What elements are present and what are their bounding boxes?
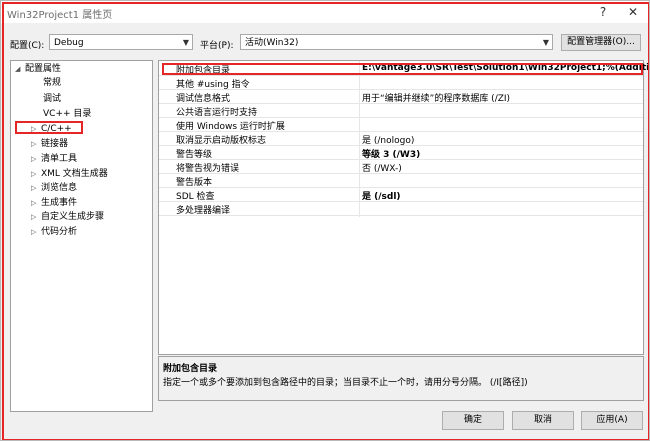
property-row[interactable]: 附加包含目录 E:\vantage3.0\SR\Test\Solution1\W…	[159, 62, 649, 76]
tree-item-build-events[interactable]: ▷ 生成事件	[31, 196, 77, 210]
property-row[interactable]: SDL 检查 是 (/sdl)	[159, 188, 643, 202]
property-row[interactable]: 其他 #using 指令	[159, 76, 643, 90]
configuration-row: 配置(C): Debug ▼ 平台(P): 活动(Win32) ▼ 配置管理器(…	[1, 34, 649, 54]
property-pages-window: Win32Project1 属性页 ? ✕ 配置(C): Debug ▼ 平台(…	[0, 0, 650, 441]
property-name: 调试信息格式	[176, 94, 231, 104]
expand-arrow-icon[interactable]: ▷	[31, 196, 41, 210]
title-bar: Win32Project1 属性页 ? ✕	[1, 1, 649, 23]
expand-arrow-icon[interactable]: ▷	[31, 225, 41, 239]
tree-item-manifest-tool[interactable]: ▷ 清单工具	[31, 152, 77, 166]
tree-item-xml-doc[interactable]: ▷ XML 文档生成器	[31, 167, 108, 181]
property-name: 使用 Windows 运行时扩展	[176, 122, 285, 132]
expand-arrow-icon[interactable]: ▷	[31, 122, 41, 136]
description-title: 附加包含目录	[163, 364, 218, 374]
property-value[interactable]: 否 (/WX-)	[362, 161, 402, 174]
tree-root[interactable]: ◢ 配置属性	[15, 62, 61, 76]
tree-item-code-analysis[interactable]: ▷ 代码分析	[31, 225, 77, 239]
property-grid: 附加包含目录 E:\vantage3.0\SR\Test\Solution1\W…	[158, 60, 649, 355]
property-name: SDL 检查	[176, 192, 215, 202]
description-text: 指定一个或多个要添加到包含路径中的目录；当目录不止一个时，请用分号分隔。 (/I…	[163, 378, 528, 388]
tree-item-label: XML 文档生成器	[41, 169, 108, 179]
cancel-button[interactable]: 取消	[512, 411, 574, 430]
tree-item-vc-directories[interactable]: VC++ 目录	[43, 107, 91, 121]
tree-item-label: 生成事件	[41, 198, 78, 208]
property-row[interactable]: 将警告视为错误 否 (/WX-)	[159, 160, 643, 174]
property-row[interactable]: 公共语言运行时支持	[159, 104, 643, 118]
help-button[interactable]: ?	[590, 3, 616, 21]
expand-arrow-icon[interactable]: ▷	[31, 137, 41, 151]
tree-root-label: 配置属性	[25, 64, 62, 74]
tree-item-general[interactable]: 常规	[43, 76, 61, 90]
tree-item-custom-build[interactable]: ▷ 自定义生成步骤	[31, 210, 104, 224]
tree-item-debugging[interactable]: 调试	[43, 92, 61, 106]
property-value[interactable]: E:\vantage3.0\SR\Test\Solution1\Win32Pro…	[362, 63, 649, 73]
property-row[interactable]: 使用 Windows 运行时扩展	[159, 118, 643, 132]
property-value[interactable]: 是 (/nologo)	[362, 133, 414, 146]
tree-item-linker[interactable]: ▷ 链接器	[31, 137, 68, 151]
expand-arrow-icon[interactable]: ▷	[31, 210, 41, 224]
expand-arrow-icon[interactable]: ▷	[31, 167, 41, 181]
config-select[interactable]: Debug ▼	[49, 34, 193, 50]
property-name: 附加包含目录	[176, 66, 231, 76]
tree-item-cpp[interactable]: ▷ C/C++	[31, 122, 72, 136]
config-value: Debug	[54, 38, 84, 48]
expand-arrow-icon[interactable]: ▷	[31, 181, 41, 195]
close-button[interactable]: ✕	[620, 3, 646, 21]
property-value[interactable]: 用于“编辑并继续”的程序数据库 (/ZI)	[362, 91, 510, 104]
window-title: Win32Project1 属性页	[7, 10, 113, 21]
expand-arrow-icon[interactable]: ▷	[31, 152, 41, 166]
tree-item-browse-info[interactable]: ▷ 浏览信息	[31, 181, 77, 195]
description-panel: 附加包含目录 指定一个或多个要添加到包含路径中的目录；当目录不止一个时，请用分号…	[158, 356, 644, 401]
tree-item-label: 链接器	[41, 139, 69, 149]
tree-item-label: C/C++	[41, 124, 72, 134]
property-row[interactable]: 调试信息格式 用于“编辑并继续”的程序数据库 (/ZI)	[159, 90, 643, 104]
property-name: 警告等级	[176, 150, 213, 160]
tree-item-label: 代码分析	[41, 227, 78, 237]
property-row[interactable]: 警告等级 等级 3 (/W3)	[159, 146, 643, 160]
property-value[interactable]: 等级 3 (/W3)	[362, 147, 420, 160]
property-name: 其他 #using 指令	[176, 80, 250, 90]
property-row[interactable]: 警告版本	[159, 174, 643, 188]
property-name: 多处理器编译	[176, 206, 231, 216]
config-label: 配置(C):	[10, 41, 45, 51]
property-tree: ◢ 配置属性 常规 调试 VC++ 目录 ▷ C/C++ ▷ 链接器 ▷ 清单工具 ▷ X…	[10, 60, 153, 412]
chevron-down-icon: ▼	[182, 38, 189, 47]
property-name: 公共语言运行时支持	[176, 108, 258, 118]
platform-select[interactable]: 活动(Win32) ▼	[240, 34, 553, 50]
tree-item-label: 浏览信息	[41, 183, 78, 193]
ok-button[interactable]: 确定	[442, 411, 504, 430]
apply-button[interactable]: 应用(A)	[581, 411, 643, 430]
chevron-down-icon: ▼	[542, 38, 549, 47]
tree-item-label: 自定义生成步骤	[41, 212, 105, 222]
property-value[interactable]: 是 (/sdl)	[362, 189, 401, 202]
property-name: 取消显示启动版权标志	[176, 136, 267, 146]
property-row[interactable]: 多处理器编译	[159, 202, 643, 216]
property-name: 将警告视为错误	[176, 164, 240, 174]
tree-item-label: 清单工具	[41, 154, 78, 164]
collapse-arrow-icon[interactable]: ◢	[15, 62, 25, 76]
platform-value: 活动(Win32)	[245, 38, 299, 48]
property-row[interactable]: 取消显示启动版权标志 是 (/nologo)	[159, 132, 643, 146]
config-manager-button[interactable]: 配置管理器(O)...	[561, 34, 641, 51]
platform-label: 平台(P):	[200, 41, 234, 51]
property-name: 警告版本	[176, 178, 213, 188]
